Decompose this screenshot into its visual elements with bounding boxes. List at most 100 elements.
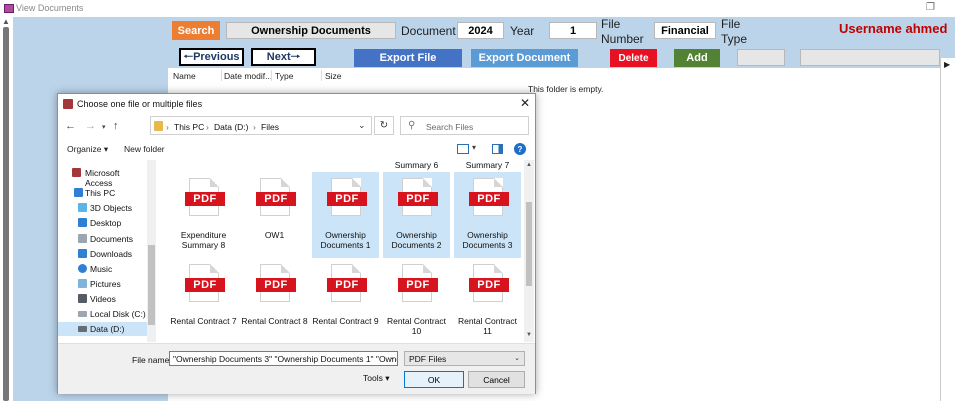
drive-icon bbox=[78, 311, 87, 317]
file-name: Ownership Documents 3 bbox=[462, 230, 513, 250]
file-tile[interactable]: PDF Rental Contract 9 bbox=[312, 258, 379, 342]
file-tile[interactable]: PDF Ownership Documents 2 bbox=[383, 172, 450, 258]
chevron-down-icon: ⌄ bbox=[514, 355, 520, 362]
pdf-file-icon: PDF bbox=[398, 178, 438, 216]
documents-icon bbox=[78, 234, 87, 243]
preview-pane-icon[interactable] bbox=[492, 144, 503, 154]
nav-item-music[interactable]: Music bbox=[58, 262, 148, 276]
blank-field-1[interactable] bbox=[737, 49, 785, 66]
pdf-file-icon: PDF bbox=[469, 264, 509, 302]
right-scrollbar[interactable]: ▶ bbox=[940, 58, 955, 401]
restore-icon[interactable]: ❐ bbox=[926, 2, 935, 13]
file-tile[interactable]: PDF Rental Contract 8 bbox=[241, 258, 308, 342]
document-field[interactable]: Ownership Documents bbox=[226, 22, 396, 39]
close-icon[interactable]: ✕ bbox=[520, 96, 530, 110]
refresh-icon[interactable]: ↻ bbox=[374, 116, 394, 135]
breadcrumb-files[interactable]: Files bbox=[261, 122, 279, 132]
view-options-icon[interactable] bbox=[457, 144, 469, 154]
nav-item-pictures[interactable]: Pictures bbox=[58, 277, 148, 291]
column-header-date[interactable]: Date modif... bbox=[224, 71, 272, 81]
column-header-type[interactable]: Type bbox=[275, 71, 293, 81]
file-name-input[interactable]: "Ownership Documents 3" "Ownership Docum… bbox=[169, 351, 398, 366]
blank-field-2[interactable] bbox=[800, 49, 940, 66]
empty-folder-message: This folder is empty. bbox=[528, 84, 604, 94]
nav-item-desktop[interactable]: Desktop bbox=[58, 216, 148, 230]
export-document-button[interactable]: Export Document bbox=[471, 49, 578, 67]
column-header-name[interactable]: Name bbox=[173, 71, 196, 81]
partial-file-label: Summary 7 bbox=[465, 160, 510, 170]
ok-button[interactable]: OK bbox=[404, 371, 464, 388]
file-open-dialog: Choose one file or multiple files ✕ ← → … bbox=[57, 93, 536, 394]
chevron-down-icon[interactable]: ⌄ bbox=[358, 120, 366, 131]
scroll-up-icon[interactable]: ▲ bbox=[526, 162, 532, 168]
file-tile[interactable]: PDF OW1 bbox=[241, 172, 308, 258]
help-icon[interactable]: ? bbox=[514, 143, 526, 155]
file-number-field[interactable]: 1 bbox=[549, 22, 597, 39]
navigation-row: ← → ▾ ↑ › This PC › Data (D:) › Files ⌄ … bbox=[58, 116, 535, 138]
file-tile[interactable]: PDF Ownership Documents 3 bbox=[454, 172, 521, 258]
scroll-down-icon[interactable]: ▼ bbox=[526, 332, 532, 338]
nav-pane-scrollbar[interactable] bbox=[147, 160, 156, 342]
back-arrow-icon[interactable]: ← bbox=[65, 120, 76, 132]
breadcrumb-data-drive[interactable]: Data (D:) bbox=[214, 122, 248, 132]
scroll-up-icon[interactable]: ▲ bbox=[2, 17, 10, 26]
dialog-title: Choose one file or multiple files bbox=[77, 99, 203, 109]
file-tile[interactable]: PDF Expenditure Summary 8 bbox=[170, 172, 237, 258]
nav-item-3d-objects[interactable]: 3D Objects bbox=[58, 201, 148, 215]
scrollbar-thumb[interactable] bbox=[526, 202, 532, 286]
file-grid-scrollbar[interactable]: ▲ ▼ bbox=[524, 160, 534, 342]
next-button[interactable]: Next🠒 bbox=[251, 48, 316, 66]
nav-item-data-d[interactable]: Data (D:) bbox=[58, 322, 148, 336]
pdf-file-icon: PDF bbox=[398, 264, 438, 302]
file-grid[interactable]: Summary 6 Summary 7 PDF Expenditure Summ… bbox=[159, 160, 524, 342]
cancel-button[interactable]: Cancel bbox=[468, 371, 525, 388]
search-input[interactable]: ⚲ Search Files bbox=[400, 116, 529, 135]
scroll-right-icon[interactable]: ▶ bbox=[944, 60, 950, 69]
file-type-field[interactable]: Financial bbox=[654, 22, 716, 39]
up-arrow-icon[interactable]: ↑ bbox=[113, 120, 119, 132]
file-tile[interactable]: PDF Rental Contract 10 bbox=[383, 258, 450, 342]
address-bar[interactable]: › This PC › Data (D:) › Files ⌄ bbox=[150, 116, 372, 135]
previous-button[interactable]: 🠐Previous bbox=[179, 48, 244, 66]
new-folder-button[interactable]: New folder bbox=[124, 144, 165, 154]
nav-item-downloads[interactable]: Downloads bbox=[58, 247, 148, 261]
breadcrumb-this-pc[interactable]: This PC bbox=[174, 122, 204, 132]
file-type-select[interactable]: PDF Files ⌄ bbox=[404, 351, 525, 366]
export-file-button[interactable]: Export File bbox=[354, 49, 462, 67]
organize-button[interactable]: Organize ▾ bbox=[67, 144, 108, 155]
left-scrollbar[interactable]: ▲ bbox=[0, 17, 13, 401]
view-dropdown-icon[interactable]: ▾ bbox=[472, 143, 476, 152]
app-icon bbox=[4, 4, 14, 13]
nav-item-local-disk-c[interactable]: Local Disk (C:) bbox=[58, 307, 148, 321]
file-tile[interactable]: PDF Rental Contract 11 bbox=[454, 258, 521, 342]
nav-item-videos[interactable]: Videos bbox=[58, 292, 148, 306]
nav-item-documents[interactable]: Documents bbox=[58, 232, 148, 246]
videos-icon bbox=[78, 294, 87, 303]
cube-icon bbox=[78, 203, 87, 212]
year-field[interactable]: 2024 bbox=[457, 22, 504, 39]
search-button[interactable]: Search bbox=[172, 21, 220, 40]
nav-item-this-pc[interactable]: This PC bbox=[58, 186, 148, 200]
file-tile[interactable]: PDF Ownership Documents 1 bbox=[312, 172, 379, 258]
pdf-file-icon: PDF bbox=[469, 178, 509, 216]
nav-item-microsoft-access[interactable]: Microsoft Access bbox=[58, 166, 148, 188]
file-name: Rental Contract 9 bbox=[312, 316, 379, 326]
scrollbar-thumb[interactable] bbox=[3, 27, 9, 401]
file-tile[interactable]: PDF Rental Contract 7 bbox=[170, 258, 237, 342]
file-type-label-bottom: Type bbox=[721, 32, 748, 46]
add-button[interactable]: Add bbox=[674, 49, 720, 67]
file-name: Expenditure Summary 8 bbox=[180, 230, 227, 250]
tools-button[interactable]: Tools ▾ bbox=[363, 373, 389, 384]
recent-dropdown-icon[interactable]: ▾ bbox=[102, 123, 106, 131]
pictures-icon bbox=[78, 279, 87, 288]
file-number-label-bottom: Number bbox=[601, 32, 644, 46]
music-icon bbox=[78, 264, 87, 273]
column-header-size[interactable]: Size bbox=[325, 71, 342, 81]
scrollbar-thumb[interactable] bbox=[148, 245, 155, 325]
partial-file-label: Summary 6 bbox=[394, 160, 439, 170]
download-icon bbox=[78, 249, 87, 258]
chevron-down-icon[interactable]: ⌄ bbox=[389, 353, 395, 361]
file-type-label-top: File bbox=[721, 17, 741, 31]
delete-button[interactable]: Delete bbox=[610, 49, 657, 67]
forward-arrow-icon[interactable]: → bbox=[85, 120, 96, 132]
